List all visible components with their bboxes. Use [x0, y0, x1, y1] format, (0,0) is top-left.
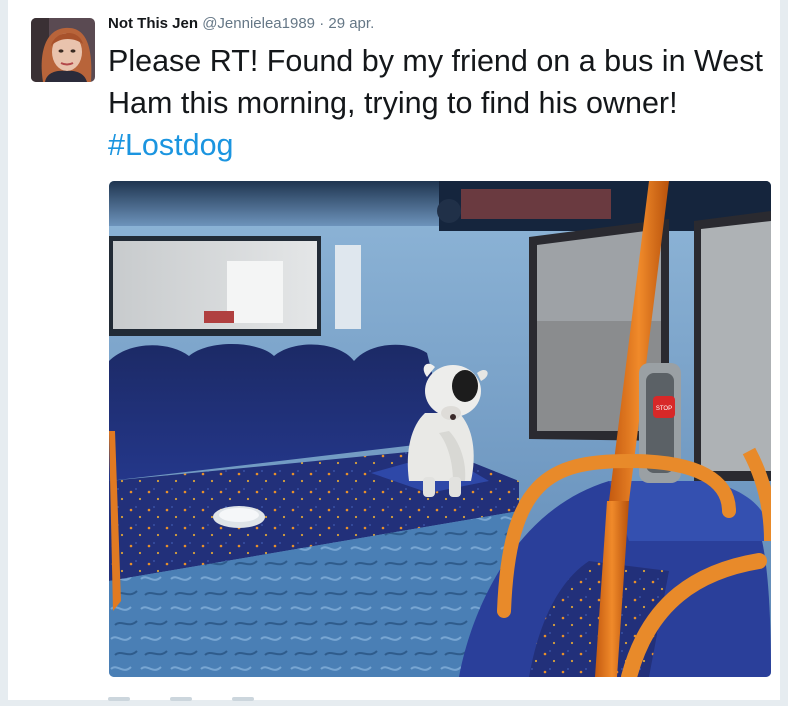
tweet-actions [108, 688, 408, 701]
tweet-card: Not This Jen @Jennielea1989 · 29 apr. Pl… [8, 0, 780, 701]
tweet-text-main: Please RT! Found by my friend on a bus i… [108, 44, 763, 120]
tweet-header: Not This Jen @Jennielea1989 · 29 apr. [108, 15, 374, 32]
avatar[interactable] [31, 18, 95, 82]
tweet-photo[interactable]: STOP [109, 181, 771, 677]
hashtag-link[interactable]: #Lostdog [108, 128, 234, 162]
like-icon[interactable] [232, 697, 254, 701]
reply-icon[interactable] [108, 697, 130, 701]
display-name[interactable]: Not This Jen [108, 15, 198, 32]
tweet-date[interactable]: 29 apr. [328, 15, 374, 32]
header-separator: · [319, 15, 325, 32]
retweet-icon[interactable] [170, 697, 192, 701]
tweet-text: Please RT! Found by my friend on a bus i… [108, 40, 778, 166]
user-handle[interactable]: @Jennielea1989 [202, 15, 315, 32]
stop-button-label: STOP [656, 406, 672, 412]
